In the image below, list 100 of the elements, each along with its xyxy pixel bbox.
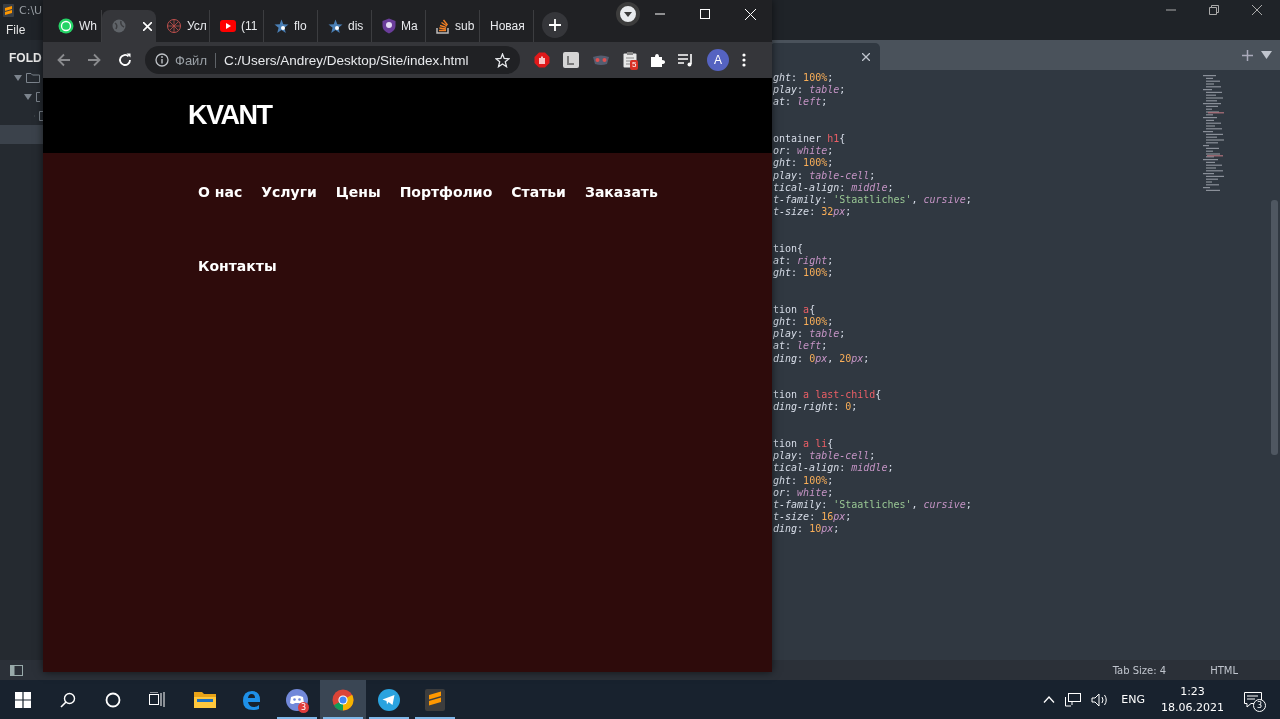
document-icon[interactable] bbox=[563, 52, 579, 68]
code-line: play: table; bbox=[773, 84, 846, 97]
running-indicator bbox=[415, 717, 455, 719]
back-icon[interactable] bbox=[57, 53, 71, 67]
reload-icon[interactable] bbox=[118, 53, 132, 67]
code-line: or: white; bbox=[773, 486, 834, 500]
profile-avatar[interactable]: A bbox=[707, 49, 729, 71]
browser-icon bbox=[241, 689, 261, 710]
nav-link[interactable]: Портфолио bbox=[399, 183, 493, 201]
code-line: tical-align: middle; bbox=[773, 181, 894, 194]
address-bar[interactable]: Файл C:/Users/Andrey/Desktop/Site/index.html bbox=[145, 46, 520, 74]
code-line: ding-right: 0; bbox=[773, 401, 858, 414]
forward-icon[interactable] bbox=[87, 53, 101, 67]
nav-link[interactable]: Статьи bbox=[511, 183, 566, 201]
folder-icon bbox=[39, 110, 43, 121]
add-icon[interactable] bbox=[1242, 49, 1253, 61]
code-line: ontainer h1{ bbox=[773, 133, 846, 146]
mask-icon[interactable] bbox=[592, 54, 610, 66]
app-logo-icon bbox=[3, 3, 14, 17]
code-line: at: left; bbox=[773, 96, 828, 109]
site-logo[interactable]: KVANT bbox=[188, 100, 272, 131]
puzzle-icon[interactable] bbox=[650, 52, 665, 68]
nav-link[interactable]: Контакты bbox=[198, 257, 277, 275]
taskbar-app[interactable]: 3 bbox=[274, 680, 320, 719]
tab-title: Ma bbox=[401, 19, 418, 33]
code-line: tical-align: middle; bbox=[773, 462, 894, 475]
tab-search-button[interactable] bbox=[616, 2, 640, 26]
sidebar-heading: FOLD bbox=[8, 50, 43, 67]
code-line: t-size: 16px; bbox=[773, 511, 852, 524]
globe-icon bbox=[112, 19, 126, 33]
running-indicator bbox=[323, 717, 363, 719]
gamepad-icon bbox=[286, 688, 308, 711]
code-line: ght: 100%; bbox=[773, 267, 834, 280]
chevron-up-icon[interactable] bbox=[1043, 696, 1056, 703]
more-icon[interactable] bbox=[742, 53, 746, 67]
tab-title: dis bbox=[348, 19, 364, 33]
window-title: C:\U bbox=[19, 3, 43, 17]
notification-badge: 5 bbox=[630, 60, 639, 70]
star-icon bbox=[274, 18, 289, 34]
code-line: play: table; bbox=[773, 328, 846, 341]
nav-link[interactable]: Цены bbox=[335, 183, 381, 201]
scrollbar-thumb[interactable] bbox=[1271, 200, 1278, 455]
speaker-icon[interactable] bbox=[1091, 692, 1110, 707]
running-indicator bbox=[277, 717, 317, 719]
network-icon[interactable] bbox=[1065, 692, 1082, 707]
close-icon[interactable] bbox=[1252, 5, 1262, 15]
running-indicator bbox=[369, 717, 409, 719]
clock-date[interactable]: 18.06.2021 bbox=[1161, 699, 1224, 716]
code-line: ght: 100%; bbox=[773, 474, 834, 487]
chat-icon bbox=[58, 18, 74, 34]
close-icon[interactable] bbox=[862, 52, 870, 61]
tab-title: flo bbox=[294, 19, 307, 33]
windows-icon bbox=[14, 691, 31, 708]
code-line: ding: 0px, 20px; bbox=[773, 352, 870, 365]
nav-link[interactable]: О нас bbox=[198, 183, 243, 201]
chrome-icon bbox=[332, 688, 354, 711]
nav-link[interactable]: Услуги bbox=[261, 183, 317, 201]
browser-tab[interactable] bbox=[102, 10, 156, 42]
clock-time[interactable]: 1:23 bbox=[1180, 683, 1205, 700]
code-line: play: table-cell; bbox=[773, 450, 876, 463]
caret-icon[interactable] bbox=[1261, 51, 1272, 59]
info-icon[interactable] bbox=[155, 53, 169, 67]
code-line: tion a li{ bbox=[773, 438, 834, 451]
code-line: or: white; bbox=[773, 145, 834, 158]
new-tab-button[interactable] bbox=[542, 12, 568, 38]
notification-count: 3 bbox=[1253, 698, 1266, 712]
playlist-icon[interactable] bbox=[678, 53, 694, 67]
code-line: ght: 100%; bbox=[773, 157, 834, 170]
restore-icon[interactable] bbox=[1209, 5, 1219, 15]
syntax-indicator[interactable]: HTML bbox=[1210, 664, 1238, 676]
maximize-icon[interactable] bbox=[700, 9, 710, 19]
tab-title: Wh bbox=[79, 19, 97, 33]
search-icon bbox=[59, 691, 76, 708]
notification-icon[interactable] bbox=[1244, 691, 1262, 708]
language-indicator[interactable]: ENG bbox=[1121, 693, 1145, 706]
stack-icon bbox=[436, 18, 450, 34]
tab-title: Усл bbox=[187, 19, 207, 33]
code-line: ding: 10px; bbox=[773, 523, 840, 536]
star-icon[interactable] bbox=[495, 52, 510, 68]
url-text: C:/Users/Andrey/Desktop/Site/index.html bbox=[222, 52, 469, 68]
notification-badge: 3 bbox=[298, 702, 309, 713]
task-view-icon bbox=[149, 692, 166, 707]
code-line: t-size: 32px; bbox=[773, 206, 852, 219]
code-line: tion a last-child{ bbox=[773, 389, 882, 402]
menu-item[interactable]: File bbox=[6, 23, 26, 37]
hand-icon[interactable] bbox=[534, 52, 550, 68]
paper-plane-icon bbox=[378, 688, 400, 711]
scheme-label: Файл bbox=[175, 52, 216, 68]
code-line: at: left; bbox=[773, 340, 828, 353]
caret-icon bbox=[624, 11, 632, 17]
code-line: tion{ bbox=[773, 242, 804, 255]
code-line: t-family: 'Staatliches', cursive; bbox=[773, 499, 972, 512]
pattern-icon bbox=[166, 18, 182, 34]
tab-title: sub bbox=[455, 19, 475, 33]
tab-title: Новая bbox=[490, 19, 525, 33]
nav-link[interactable]: Заказать bbox=[584, 183, 658, 201]
code-line: ght: 100%; bbox=[773, 316, 834, 329]
tab-size-indicator[interactable]: Tab Size: 4 bbox=[1112, 664, 1167, 676]
sidebar-toggle-icon[interactable] bbox=[10, 664, 23, 676]
code-line: ght: 100%; bbox=[773, 72, 834, 85]
